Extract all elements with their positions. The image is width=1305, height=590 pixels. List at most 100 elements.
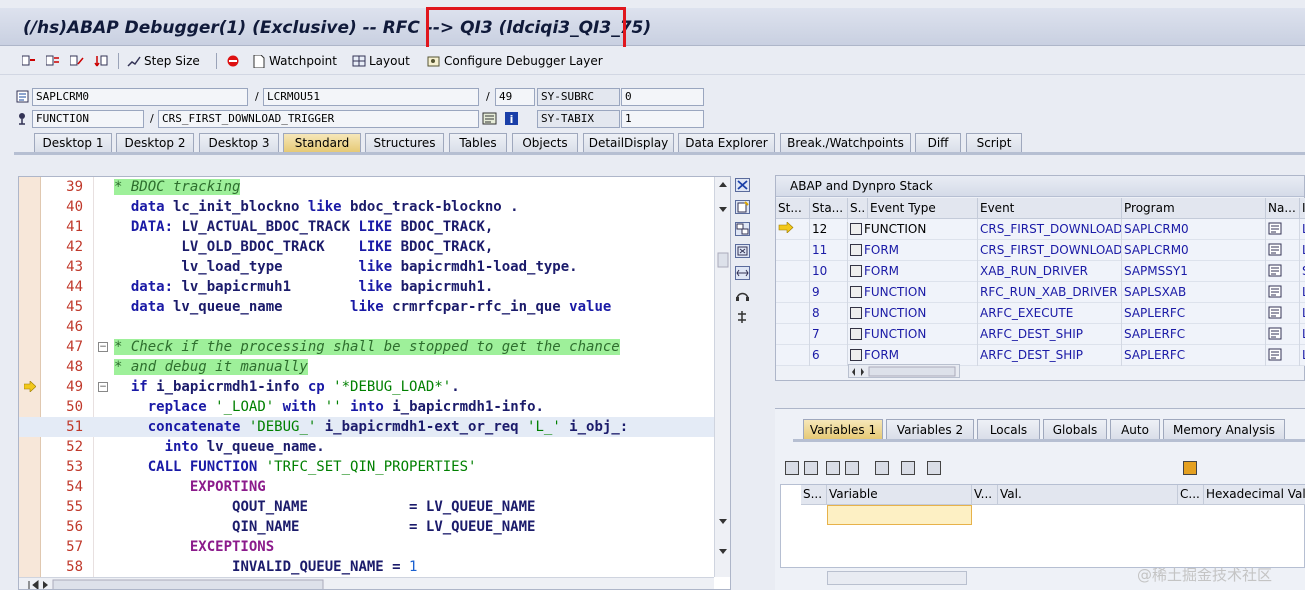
line-number: 40 (66, 199, 83, 215)
navigate-icon[interactable] (1266, 261, 1300, 282)
stack-row[interactable]: 6 FORM ARFC_DEST_SHIP SAPLERFC L (776, 345, 1305, 366)
tab-data-explorer[interactable]: Data Explorer (678, 133, 775, 153)
hierarchy-icon[interactable] (875, 461, 889, 475)
tab-locals[interactable]: Locals (977, 419, 1040, 440)
tab-variables-1[interactable]: Variables 1 (803, 419, 883, 440)
stack-level: 11 (810, 240, 848, 261)
tab-structures[interactable]: Structures (365, 133, 444, 153)
tab-diff[interactable]: Diff (915, 133, 961, 153)
tab-objects[interactable]: Objects (512, 133, 578, 153)
source-code-panel[interactable]: 39 * BDOC tracking 40 data lc_init_blockn… (18, 176, 731, 590)
new-tool-icon[interactable] (735, 200, 750, 214)
event-field[interactable]: CRS_FIRST_DOWNLOAD_TRIGGER (158, 110, 479, 128)
save-icon[interactable] (1183, 461, 1197, 475)
line-number-field[interactable]: 49 (495, 88, 535, 106)
close-tool-icon[interactable] (735, 178, 750, 192)
stack-program: SAPLCRM0 (1122, 219, 1266, 240)
details-icon[interactable] (804, 461, 818, 475)
tab-desktop-2[interactable]: Desktop 2 (116, 133, 194, 153)
tool-settings-icon[interactable] (735, 310, 750, 324)
delete-icon[interactable] (785, 461, 799, 475)
tab-standard[interactable]: Standard (283, 133, 361, 153)
stack-col-s[interactable]: S.. (848, 198, 868, 219)
stack-row[interactable]: 8 FUNCTION ARFC_EXECUTE SAPLERFC L (776, 303, 1305, 324)
stack-row[interactable]: 12 FUNCTION CRS_FIRST_DOWNLOAD... SAPLCR… (776, 219, 1305, 240)
tab-script[interactable]: Script (966, 133, 1022, 153)
services-tool-icon[interactable] (735, 288, 750, 302)
navigate-icon[interactable] (901, 461, 915, 475)
comment: * Check if the processing shall be stopp… (114, 339, 620, 355)
var-col-variable[interactable]: Variable (827, 485, 972, 505)
watchpoint-button[interactable]: Watchpoint (252, 52, 337, 70)
source-horizontal-scrollbar[interactable] (19, 577, 714, 589)
stack-col-status[interactable]: St... (776, 198, 810, 219)
copy-icon[interactable] (826, 461, 840, 475)
fold-toggle[interactable]: − (98, 342, 108, 352)
window-title-prefix: (/hs)ABAP Debugger(1) (Exclusive) -- RFC… (23, 18, 461, 38)
variables-horizontal-scrollbar[interactable] (827, 571, 967, 585)
configure-debugger-layer-button[interactable]: Configure Debugger Layer (427, 52, 603, 70)
layout-button[interactable]: Layout (352, 52, 410, 70)
stack-row[interactable]: 10 FORM XAB_RUN_DRIVER SAPMSSY1 S (776, 261, 1305, 282)
import-icon[interactable] (927, 461, 941, 475)
single-step-button[interactable] (21, 52, 39, 70)
program-field[interactable]: SAPLCRM0 (32, 88, 248, 106)
stack-horizontal-scrollbar[interactable] (848, 364, 960, 378)
stack-col-nav[interactable]: Na... (1266, 198, 1300, 219)
swap-tool-icon[interactable] (735, 266, 750, 280)
step-size-button[interactable]: Step Size (127, 52, 200, 70)
stack-row[interactable]: 7 FUNCTION ARFC_DEST_SHIP SAPLERFC L (776, 324, 1305, 345)
sy-subrc-value[interactable]: 0 (621, 88, 704, 106)
line-number: 56 (66, 519, 83, 535)
tab-variables-2[interactable]: Variables 2 (886, 419, 974, 440)
continue-button[interactable] (94, 52, 111, 70)
navigate-icon[interactable] (1266, 240, 1300, 261)
navigate-icon[interactable] (1266, 324, 1300, 345)
execute-button[interactable] (45, 52, 63, 70)
navigate-icon[interactable] (1266, 219, 1300, 240)
tab-detail-display[interactable]: DetailDisplay (583, 133, 674, 153)
var-col-value[interactable]: Val. (998, 485, 1178, 505)
var-col-status[interactable]: S... (801, 485, 827, 505)
replace-tool-icon[interactable] (735, 222, 750, 236)
stack-col-include[interactable]: I (1300, 198, 1305, 219)
return-button[interactable] (69, 52, 87, 70)
fold-toggle[interactable]: − (98, 382, 108, 392)
maximize-tool-icon[interactable] (735, 244, 750, 258)
tab-desktop-3[interactable]: Desktop 3 (199, 133, 279, 153)
stack-row[interactable]: 9 FUNCTION RFC_RUN_XAB_DRIVER SAPLSXAB L (776, 282, 1305, 303)
stack-col-event-type[interactable]: Event Type (868, 198, 978, 219)
var-col-hex[interactable]: Hexadecimal Value (1204, 485, 1305, 505)
tab-auto[interactable]: Auto (1110, 419, 1160, 440)
tab-desktop-1[interactable]: Desktop 1 (34, 133, 112, 153)
tab-globals[interactable]: Globals (1043, 419, 1107, 440)
variable-name-input[interactable] (827, 505, 972, 525)
tab-break-watchpoints[interactable]: Break./Watchpoints (780, 133, 911, 153)
stack-col-program[interactable]: Program (1122, 198, 1266, 219)
code-token: lv_load_type (130, 259, 359, 275)
breakpoint-button[interactable] (226, 52, 243, 70)
navigate-icon[interactable] (1266, 303, 1300, 324)
stack-col-level[interactable]: Sta... (810, 198, 848, 219)
navigate-icon[interactable] (1266, 282, 1300, 303)
paste-icon[interactable] (845, 461, 859, 475)
info-icon[interactable]: i (504, 112, 519, 126)
tab-memory-analysis[interactable]: Memory Analysis (1163, 419, 1285, 440)
event-type-field[interactable]: FUNCTION (32, 110, 144, 128)
keyword: DATA: (130, 219, 174, 235)
stack-col-event[interactable]: Event (978, 198, 1122, 219)
source-vertical-scrollbar[interactable] (714, 177, 730, 577)
code-token: bapicrmuh1. (392, 279, 494, 295)
code-token: BDOC_TRACK, (392, 219, 494, 235)
var-col-v[interactable]: V... (972, 485, 998, 505)
var-col-c[interactable]: C... (1178, 485, 1204, 505)
tab-tables[interactable]: Tables (449, 133, 507, 153)
field-separator: / (150, 112, 154, 125)
code-line: 44 data: lv_bapicrmuh1 like bapicrmuh1. (19, 277, 714, 297)
display-source-icon[interactable] (482, 112, 497, 125)
include-field[interactable]: LCRMOU51 (263, 88, 479, 106)
stack-row[interactable]: 11 FORM CRS_FIRST_DOWNLOAD... SAPLCRM0 L (776, 240, 1305, 261)
sy-tabix-value[interactable]: 1 (621, 110, 704, 128)
line-number: 54 (66, 479, 83, 495)
navigate-icon[interactable] (1266, 345, 1300, 366)
